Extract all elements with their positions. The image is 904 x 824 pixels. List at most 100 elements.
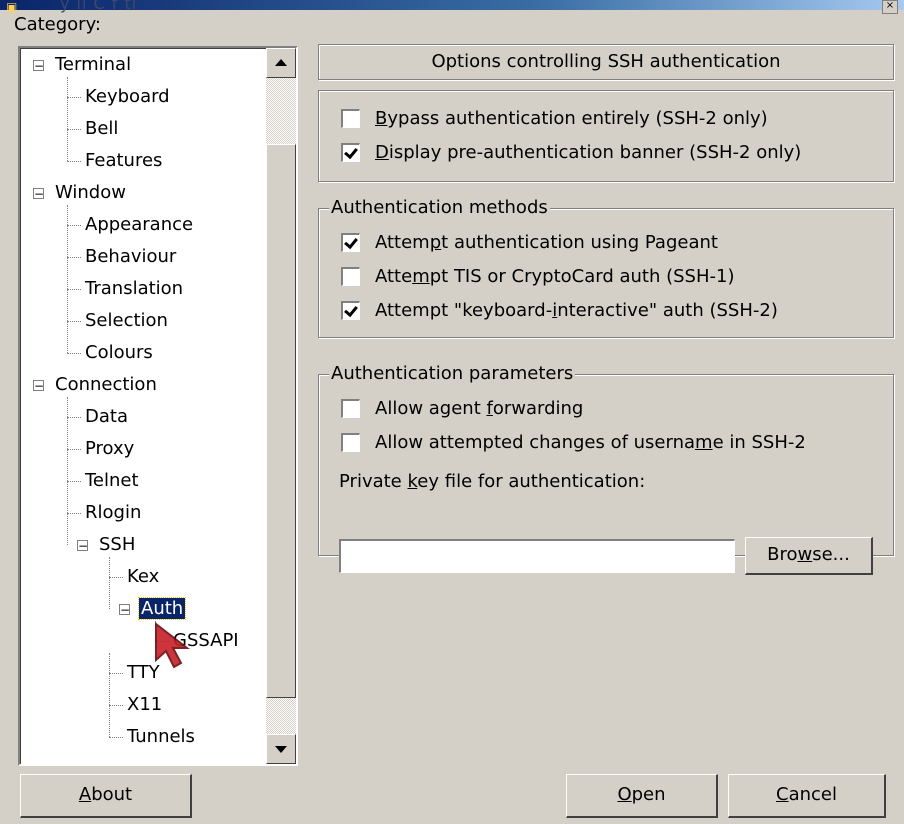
checkbox-unchecked[interactable] xyxy=(341,267,360,286)
tree-guide-line xyxy=(67,205,68,353)
tree-item[interactable]: Proxy xyxy=(83,433,136,465)
tree-item[interactable]: Data xyxy=(83,401,130,433)
tree-item-label: Rlogin xyxy=(85,502,142,523)
tree-item-label: Terminal xyxy=(55,54,132,75)
tree-item-label: SSH xyxy=(99,534,136,555)
tree-item-label: Colours xyxy=(85,342,153,363)
scroll-thumb[interactable] xyxy=(266,144,296,698)
checkbox-label: Bypass authentication entirely (SSH-2 on… xyxy=(375,108,768,129)
checkbox-checked[interactable] xyxy=(341,233,360,252)
tree-guide-line xyxy=(67,397,68,545)
tree-item[interactable]: Rlogin xyxy=(83,497,143,529)
tree-connector xyxy=(67,161,81,162)
mouse-cursor-icon xyxy=(155,621,190,669)
putty-app-icon: ▣ xyxy=(6,0,18,14)
tree-item[interactable]: Bell xyxy=(83,113,120,145)
checkbox-unchecked[interactable] xyxy=(341,109,360,128)
tree-guide-line xyxy=(109,557,110,609)
tree-item-label: Proxy xyxy=(85,438,135,459)
tree-item-label: Tunnels xyxy=(127,726,195,747)
tree-connector xyxy=(109,705,123,706)
private-key-file-input[interactable] xyxy=(339,539,735,573)
tree-connector xyxy=(67,481,81,482)
tree-item-label: Selection xyxy=(85,310,168,331)
tree-item[interactable]: SSH xyxy=(97,529,137,561)
checkbox-checked[interactable] xyxy=(341,143,360,162)
tree-item-label: Features xyxy=(85,150,163,171)
about-button[interactable]: About xyxy=(20,774,192,818)
tree-collapse-icon[interactable]: − xyxy=(33,188,44,200)
tree-connector xyxy=(67,513,81,514)
cancel-button[interactable]: Cancel xyxy=(728,774,886,818)
checkbox-checked[interactable] xyxy=(341,301,360,320)
tree-connector xyxy=(67,129,81,130)
arrow-down-icon xyxy=(275,746,287,753)
window-title-fragment: y ll C f ti xyxy=(60,0,138,13)
tree-collapse-icon[interactable]: − xyxy=(119,604,130,616)
browse-button[interactable]: Browse... xyxy=(745,537,873,575)
tree-content: Terminal − Keyboard Bell Features Window − Appe… xyxy=(20,48,266,764)
panel-header: Options controlling SSH authentication xyxy=(318,44,894,80)
tree-connector xyxy=(109,577,123,578)
auth-methods-group: Authentication methods Attempt authentic… xyxy=(318,197,894,338)
open-button[interactable]: Open xyxy=(566,774,718,818)
tree-item-label: Appearance xyxy=(85,214,194,235)
category-label: Category: xyxy=(14,14,101,35)
tree-item-label: Translation xyxy=(85,278,184,299)
tree-item[interactable]: Selection xyxy=(83,305,170,337)
checkbox-label: Display pre-authentication banner (SSH-2… xyxy=(375,142,802,163)
checkbox-label: Allow agent forwarding xyxy=(375,398,584,419)
tree-item[interactable]: Kex xyxy=(125,561,161,593)
tree-item[interactable]: X11 xyxy=(125,689,164,721)
tree-item[interactable]: Terminal xyxy=(53,49,133,81)
checkbox-unchecked[interactable] xyxy=(341,433,360,452)
tree-collapse-icon[interactable]: − xyxy=(33,60,44,72)
scroll-down-button[interactable] xyxy=(266,734,296,764)
tree-item-label: Connection xyxy=(55,374,157,395)
bypass-group: Bypass authentication entirely (SSH-2 on… xyxy=(318,90,894,182)
checkbox-label: Attempt TIS or CryptoCard auth (SSH-1) xyxy=(375,266,735,287)
tree-item[interactable]: Behaviour xyxy=(83,241,178,273)
tree-connector xyxy=(109,673,123,674)
tree-item[interactable]: Window xyxy=(53,177,128,209)
tree-item[interactable]: Colours xyxy=(83,337,155,369)
tree-item-label: X11 xyxy=(127,694,163,715)
tree-connector xyxy=(67,97,81,98)
auth-methods-title: Authentication methods xyxy=(329,197,550,219)
tree-item-label: Keyboard xyxy=(85,86,170,107)
tree-item[interactable]: Keyboard xyxy=(83,81,172,113)
checkbox-label: Attempt "keyboard-interactive" auth (SSH… xyxy=(375,300,778,321)
scroll-up-button[interactable] xyxy=(266,48,296,78)
close-icon[interactable]: × xyxy=(882,0,898,14)
tree-item[interactable]: Features xyxy=(83,145,164,177)
tree-item-label: Kex xyxy=(127,566,160,587)
tree-item-label: Window xyxy=(55,182,126,203)
tree-item[interactable]: Translation xyxy=(83,273,185,305)
tree-item[interactable]: Connection xyxy=(53,369,159,401)
tree-item[interactable]: Appearance xyxy=(83,209,195,241)
tree-guide-line xyxy=(109,653,110,737)
checkbox-unchecked[interactable] xyxy=(341,399,360,418)
tree-guide-line xyxy=(67,77,68,161)
tree-connector xyxy=(67,225,81,226)
tree-item-label: Data xyxy=(85,406,128,427)
tree-collapse-icon[interactable]: − xyxy=(77,540,88,552)
tree-scrollbar[interactable] xyxy=(266,48,296,764)
checkbox-label: Attempt authentication using Pageant xyxy=(375,232,718,253)
tree-item-label: Telnet xyxy=(85,470,139,491)
auth-params-group: Authentication parameters Allow agent fo… xyxy=(318,363,894,575)
tree-connector xyxy=(67,449,81,450)
tree-collapse-icon[interactable]: − xyxy=(33,380,44,392)
keyfile-label: Private key file for authentication: xyxy=(339,471,646,492)
tree-item[interactable]: Telnet xyxy=(83,465,141,497)
tree-item-label: Auth xyxy=(137,597,187,620)
tree-item[interactable]: Tunnels xyxy=(125,721,197,753)
checkbox-label: Allow attempted changes of username in S… xyxy=(375,432,806,453)
tree-connector xyxy=(67,289,81,290)
auth-params-title: Authentication parameters xyxy=(329,363,576,385)
tree-connector xyxy=(67,257,81,258)
tree-connector xyxy=(67,353,81,354)
tree-connector xyxy=(109,737,123,738)
tree-connector xyxy=(67,417,81,418)
arrow-up-icon xyxy=(275,59,287,66)
